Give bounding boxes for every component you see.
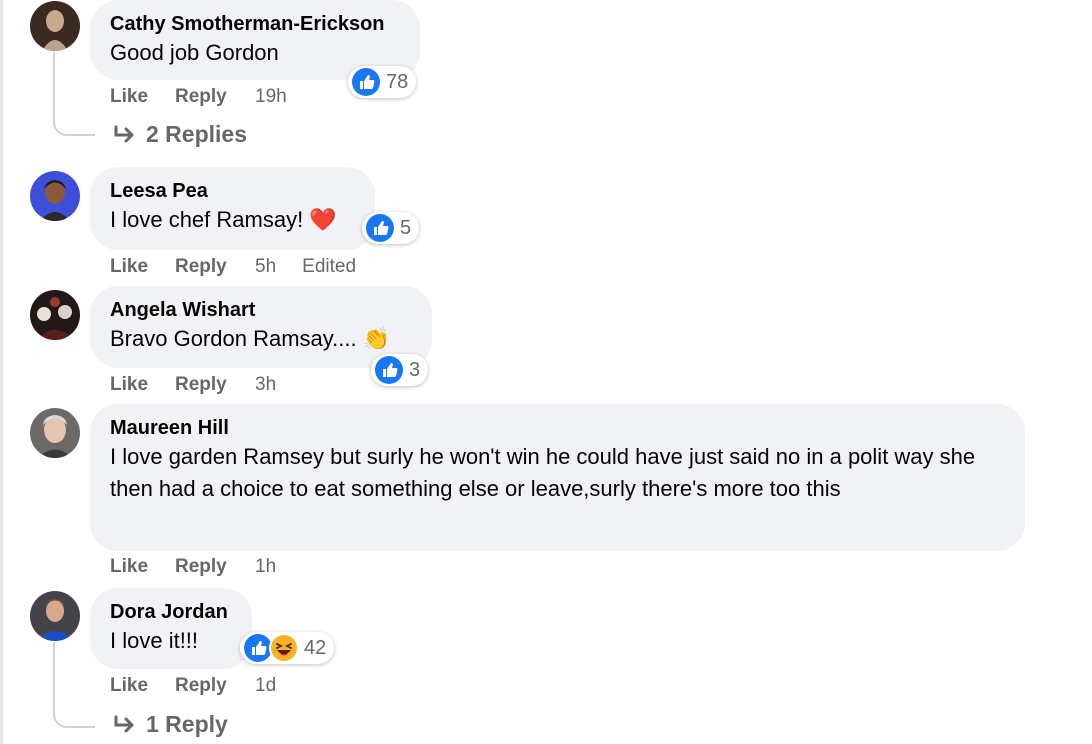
replies-label: 2 Replies (146, 121, 247, 147)
avatar[interactable] (30, 591, 80, 641)
view-replies-link[interactable]: 1 Reply (112, 711, 228, 738)
comment-timestamp[interactable]: 19h (255, 86, 287, 108)
reply-button[interactable]: Reply (175, 675, 255, 697)
like-button[interactable]: Like (110, 556, 175, 578)
reply-button[interactable]: Reply (175, 556, 255, 578)
comment-bubble: Dora Jordan I love it!!! (90, 588, 252, 669)
comment-author[interactable]: Leesa Pea (110, 178, 355, 204)
like-button[interactable]: Like (110, 256, 175, 278)
reply-button[interactable]: Reply (175, 86, 255, 108)
comment-text: Good job Gordon (110, 40, 279, 65)
like-button[interactable]: Like (110, 86, 175, 108)
comment-actions: Like Reply 5h Edited (110, 253, 382, 281)
comment-timestamp[interactable]: 3h (255, 374, 276, 396)
comment-text: I love chef Ramsay! ❤️ (110, 207, 337, 232)
reaction-summary[interactable]: 42 (240, 632, 335, 664)
reaction-count: 42 (304, 636, 327, 659)
like-icon (366, 214, 394, 242)
comment-actions: Like Reply 1h (110, 553, 302, 581)
view-replies-link[interactable]: 2 Replies (112, 121, 247, 148)
avatar[interactable] (30, 408, 80, 458)
like-icon (352, 68, 380, 96)
laugh-icon (269, 633, 299, 663)
reply-button[interactable]: Reply (175, 374, 255, 396)
comment-text: Bravo Gordon Ramsay.... 👏 (110, 326, 391, 351)
thread-connector (53, 642, 95, 728)
comment-author[interactable]: Cathy Smotherman-Erickson (110, 11, 400, 37)
reply-button[interactable]: Reply (175, 256, 255, 278)
comment-timestamp[interactable]: 5h (255, 256, 276, 278)
comment-text: I love it!!! (110, 628, 199, 653)
reaction-count: 78 (386, 70, 409, 93)
comment-author[interactable]: Maureen Hill (110, 415, 1005, 441)
reply-arrow-icon (114, 715, 134, 732)
comment-actions: Like Reply 3h (110, 371, 302, 399)
avatar[interactable] (30, 290, 80, 340)
like-icon (375, 356, 403, 384)
comment-author[interactable]: Angela Wishart (110, 297, 412, 323)
edited-label[interactable]: Edited (302, 256, 356, 278)
avatar[interactable] (30, 171, 80, 221)
comment-text: I love garden Ramsey but surly he won't … (110, 444, 976, 501)
thread-connector (53, 52, 95, 136)
comment-actions: Like Reply 1d (110, 672, 302, 700)
reaction-summary[interactable]: 5 (362, 212, 420, 244)
comment-actions: Like Reply 19h (110, 83, 313, 111)
comment-timestamp[interactable]: 1h (255, 556, 276, 578)
reaction-count: 3 (409, 358, 421, 381)
reaction-summary[interactable]: 3 (371, 354, 429, 386)
like-button[interactable]: Like (110, 374, 175, 396)
comment-timestamp[interactable]: 1d (255, 675, 276, 697)
replies-label: 1 Reply (146, 711, 228, 737)
comment-author[interactable]: Dora Jordan (110, 599, 232, 625)
reply-arrow-icon (114, 125, 134, 142)
reaction-summary[interactable]: 78 (348, 66, 417, 98)
left-edge-divider (0, 0, 3, 744)
reaction-count: 5 (400, 216, 412, 239)
comment-bubble: Maureen Hill I love garden Ramsey but su… (90, 404, 1025, 551)
like-button[interactable]: Like (110, 675, 175, 697)
comment-bubble: Leesa Pea I love chef Ramsay! ❤️ (90, 167, 375, 250)
avatar[interactable] (30, 1, 80, 51)
